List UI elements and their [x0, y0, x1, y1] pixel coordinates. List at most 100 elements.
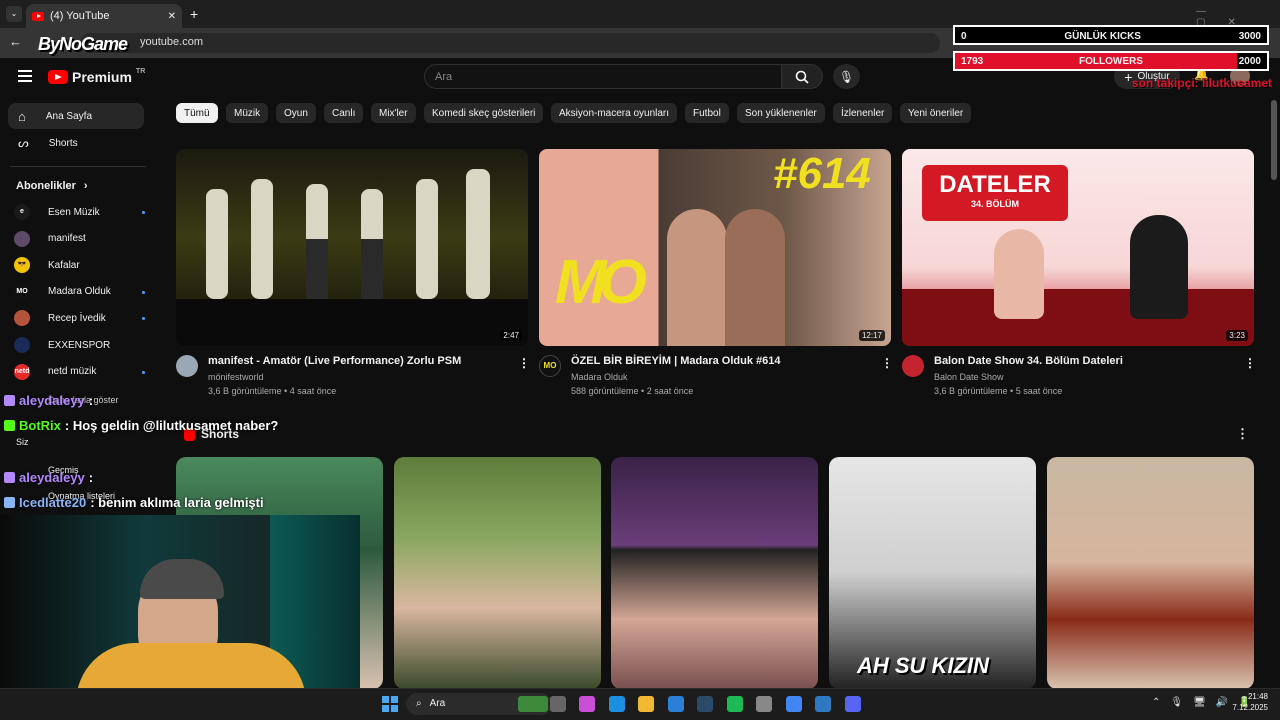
- start-button[interactable]: [382, 696, 398, 712]
- channel-name[interactable]: Madara Olduk: [571, 372, 628, 382]
- sidebar-item-subscription[interactable]: Recep İvedik: [14, 310, 145, 327]
- hamburger-menu-icon[interactable]: [18, 70, 32, 82]
- chat-text: :: [88, 393, 94, 408]
- subscriptions-header[interactable]: Abonelikler ›: [16, 180, 88, 192]
- short-card[interactable]: [394, 457, 601, 689]
- channel-name[interactable]: mönifestworld: [208, 372, 264, 382]
- back-icon[interactable]: ←: [9, 34, 22, 49]
- chat-username: Icedlatte20: [19, 495, 87, 510]
- copilot-icon[interactable]: [579, 696, 595, 712]
- sidebar-item-shorts[interactable]: ᔕ Shorts: [8, 130, 144, 156]
- mail-icon[interactable]: [667, 696, 684, 712]
- video-thumbnail-3[interactable]: DATELER 34. BÖLÜM 3:23: [902, 149, 1254, 346]
- followers-goal: 2000: [1238, 55, 1261, 67]
- more-options-icon[interactable]: ⋮: [881, 356, 893, 370]
- channel-name[interactable]: Balon Date Show: [934, 372, 1004, 382]
- short-card[interactable]: [1047, 457, 1254, 689]
- new-tab-button[interactable]: +: [190, 6, 198, 22]
- news-icon[interactable]: [518, 696, 548, 712]
- sidebar-item-subscription[interactable]: manifest: [14, 230, 134, 247]
- video-stats: 3,6 B görüntüleme • 4 saat önce: [208, 386, 337, 396]
- video-duration: 12:17: [858, 330, 885, 341]
- video-stats: 3,6 B görüntüleme • 5 saat önce: [934, 386, 1063, 396]
- close-tab-icon[interactable]: ✕: [168, 11, 176, 22]
- more-options-icon[interactable]: ⋮: [1244, 356, 1256, 370]
- filter-chip[interactable]: Mix'ler: [371, 103, 416, 123]
- filter-chip[interactable]: Canlı: [324, 103, 364, 123]
- chat-text: : benim aklıma laria gelmişti: [90, 495, 264, 510]
- chat-badge-icon: [4, 497, 15, 508]
- channel-avatar[interactable]: [176, 355, 198, 377]
- episode-overlay: #614: [773, 149, 871, 198]
- bynogame-logo: ByNoGame: [38, 34, 128, 54]
- clock-time: 21:48: [1247, 692, 1268, 701]
- followers-goal-overlay: 1793 FOLLOWERS 2000: [953, 51, 1269, 71]
- steam-icon[interactable]: [697, 696, 713, 712]
- chat-username: aleydaleyy: [19, 393, 85, 408]
- filter-chip[interactable]: Müzik: [226, 103, 269, 123]
- sidebar-item-subscription[interactable]: netd netd müzik: [14, 363, 145, 380]
- task-view-icon[interactable]: [549, 696, 566, 712]
- url-field[interactable]: youtube.com: [80, 33, 940, 53]
- search-input[interactable]: Ara: [424, 64, 782, 89]
- sidebar-you[interactable]: Siz: [16, 437, 29, 447]
- sidebar-item-subscription[interactable]: MO Madara Olduk: [14, 283, 145, 300]
- filter-chip[interactable]: Aksiyon-macera oyunları: [551, 103, 678, 123]
- taskbar-clock[interactable]: 21:48 7.12.2025: [1228, 692, 1268, 712]
- spotify-icon[interactable]: [726, 696, 743, 712]
- brand-country: TR: [135, 67, 146, 75]
- video-duration: 3:23: [1226, 330, 1248, 341]
- browser-tab-bar: ⌄ (4) YouTube ✕ + —▢✕: [0, 0, 1280, 28]
- video-title[interactable]: manifest - Amatör (Live Performance) Zor…: [208, 355, 461, 367]
- followers-current: 1793: [961, 55, 984, 67]
- video-stats: 588 görüntüleme • 2 saat önce: [571, 386, 694, 396]
- dateler-episode: 34. BÖLÜM: [970, 199, 1019, 209]
- filter-chip[interactable]: Oyun: [276, 103, 316, 123]
- red-couch: [902, 289, 1254, 346]
- youtube-play-icon: [48, 70, 68, 84]
- filter-chip[interactable]: Futbol: [685, 103, 729, 123]
- guest-left: [994, 229, 1044, 319]
- new-content-dot: [142, 370, 145, 374]
- sidebar-item-subscription[interactable]: EXXENSPOR: [14, 337, 134, 353]
- sidebar-item-home[interactable]: ⌂ Ana Sayfa: [8, 103, 144, 129]
- tab-list-button[interactable]: ⌄: [6, 6, 22, 22]
- sidebar-item-subscription[interactable]: e Esen Müzik: [14, 204, 145, 220]
- tab-title: (4) YouTube: [50, 10, 110, 22]
- github-icon[interactable]: [756, 696, 772, 712]
- video-title[interactable]: Balon Date Show 34. Bölüm Dateleri: [934, 355, 1123, 367]
- discord-icon[interactable]: [844, 696, 861, 712]
- filter-chip[interactable]: İzlenenler: [833, 103, 893, 123]
- video-thumbnail-2[interactable]: MO #614 12:17: [539, 149, 891, 346]
- filter-chip[interactable]: Son yüklenenler: [737, 103, 825, 123]
- madara-logo: MO: [555, 248, 647, 317]
- more-options-icon[interactable]: ⋮: [518, 356, 530, 370]
- search-button[interactable]: [781, 64, 823, 89]
- short-caption: AH SU KIZIN: [857, 653, 989, 678]
- chat-message: aleydaleyy:: [4, 470, 93, 485]
- channel-avatar[interactable]: MO: [539, 355, 561, 377]
- page-scrollbar[interactable]: [1271, 100, 1277, 180]
- concert-scene: [176, 169, 528, 346]
- filter-chip[interactable]: Yeni öneriler: [900, 103, 972, 123]
- voice-search-button[interactable]: 🎙: [833, 64, 860, 89]
- channel-avatar: [14, 310, 30, 327]
- video-thumbnail-1[interactable]: 2:47: [176, 149, 528, 346]
- short-card[interactable]: AH SU KIZIN: [829, 457, 1036, 689]
- channel-avatar[interactable]: [902, 355, 924, 377]
- edge-icon[interactable]: [608, 696, 625, 712]
- youtube-premium-logo[interactable]: Premium TR: [48, 67, 146, 85]
- fighter-left: [667, 209, 727, 346]
- chrome-icon[interactable]: [785, 696, 802, 712]
- filter-chip[interactable]: Tümü: [176, 103, 218, 123]
- dateler-banner: DATELER 34. BÖLÜM: [922, 165, 1068, 221]
- channel-avatar: [14, 337, 30, 353]
- video-title[interactable]: ÖZEL BİR BİREYİM | Madara Olduk #614: [571, 355, 780, 367]
- filter-chip[interactable]: Komedi skeç gösterileri: [424, 103, 544, 123]
- shorts-more-icon[interactable]: ⋮: [1236, 426, 1249, 442]
- sidebar-item-subscription[interactable]: 😎 Kafalar: [14, 257, 134, 274]
- app-icon[interactable]: [815, 696, 831, 712]
- browser-tab-youtube[interactable]: (4) YouTube ✕: [26, 4, 182, 28]
- file-explorer-icon[interactable]: [638, 696, 654, 712]
- short-card[interactable]: [611, 457, 818, 689]
